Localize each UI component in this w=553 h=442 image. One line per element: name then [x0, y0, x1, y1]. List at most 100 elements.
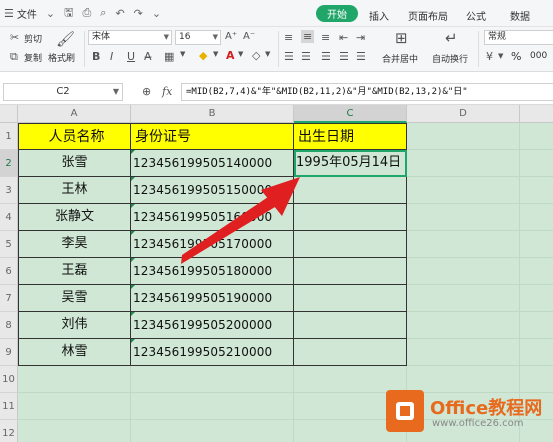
grid-cell[interactable] — [131, 366, 294, 393]
grid-cell[interactable] — [407, 123, 520, 150]
grid-cell[interactable] — [520, 312, 553, 339]
wrap-text-icon[interactable]: ↵ — [445, 29, 458, 47]
align-bottom-icon[interactable]: ≡ — [321, 31, 330, 44]
column-header-a[interactable]: A — [18, 105, 131, 123]
font-name-select[interactable]: 宋体 ▼ — [88, 30, 172, 45]
grid-cell[interactable] — [520, 258, 553, 285]
grid-cell[interactable] — [407, 204, 520, 231]
id-number-cell[interactable]: 123456199505200000 — [131, 312, 294, 339]
format-painter-button[interactable]: 格式刷 — [48, 51, 75, 64]
wrap-text-button[interactable]: 自动换行 — [432, 52, 468, 65]
name-cell[interactable]: 张静文 — [18, 204, 131, 231]
formula-input[interactable]: =MID(B2,7,4)&"年"&MID(B2,11,2)&"月"&MID(B2… — [181, 83, 553, 101]
percent-button[interactable]: % — [511, 50, 521, 63]
redo-icon[interactable]: ↷ — [134, 7, 143, 20]
name-cell[interactable]: 刘伟 — [18, 312, 131, 339]
print-icon[interactable]: ⎙ — [82, 6, 91, 20]
column-header-c[interactable]: C — [294, 105, 407, 123]
row-header[interactable]: 3 — [0, 177, 18, 204]
id-number-cell[interactable]: 123456199505210000 — [131, 339, 294, 366]
distributed-icon[interactable]: ☰ — [356, 50, 366, 63]
scissors-icon[interactable]: ✂ — [10, 31, 19, 44]
grid-cell[interactable] — [407, 258, 520, 285]
row-header[interactable]: 1 — [0, 123, 18, 150]
tab-formulas[interactable]: 公式 — [466, 8, 486, 23]
row-header[interactable]: 10 — [0, 366, 18, 393]
insert-function-button[interactable]: fx — [162, 85, 172, 98]
align-middle-icon[interactable]: ≡ — [301, 30, 315, 43]
decrease-font-icon[interactable]: A⁻ — [243, 31, 255, 42]
tab-data[interactable]: 数据 — [510, 8, 530, 23]
strikethrough-icon[interactable]: A̶ — [144, 50, 152, 63]
grid-cell[interactable] — [18, 393, 131, 420]
bold-icon[interactable]: B — [92, 50, 100, 63]
tab-home[interactable]: 开始 — [316, 5, 358, 22]
row-header[interactable]: 7 — [0, 285, 18, 312]
grid-cell[interactable] — [520, 204, 553, 231]
id-number-cell[interactable]: 123456199505160000 — [131, 204, 294, 231]
copy-button[interactable]: 复制 — [24, 51, 42, 64]
birth-date-cell[interactable] — [294, 285, 407, 312]
italic-icon[interactable]: I — [110, 50, 113, 63]
dropdown-chevron-icon[interactable]: ⌄ — [46, 7, 55, 20]
header-cell[interactable]: 身份证号 — [131, 123, 294, 150]
birth-date-cell[interactable] — [294, 204, 407, 231]
fill-color-icon[interactable]: ◆ — [199, 49, 207, 62]
indent-left-icon[interactable]: ⇤ — [339, 31, 348, 44]
grid-cell[interactable] — [407, 177, 520, 204]
save-icon[interactable]: 🖫 — [64, 4, 73, 23]
grid-cell[interactable] — [520, 177, 553, 204]
header-cell[interactable]: 人员名称 — [18, 123, 131, 150]
grid-cell[interactable] — [407, 231, 520, 258]
id-number-cell[interactable]: 123456199505180000 — [131, 258, 294, 285]
birth-date-cell[interactable] — [294, 339, 407, 366]
font-size-select[interactable]: 16 ▼ — [175, 30, 221, 45]
grid-cell[interactable] — [520, 285, 553, 312]
column-header-b[interactable]: B — [131, 105, 294, 123]
print-preview-icon[interactable]: ⌕ — [100, 6, 106, 20]
chevron-down-icon[interactable]: ▼ — [498, 52, 503, 60]
name-cell[interactable]: 吴雪 — [18, 285, 131, 312]
thousands-button[interactable]: 000 — [530, 51, 547, 61]
number-format-select[interactable]: 常规 — [484, 30, 553, 45]
currency-icon[interactable]: ¥ — [486, 50, 493, 63]
align-right-icon[interactable]: ☰ — [321, 50, 331, 63]
grid-cell[interactable] — [407, 150, 520, 177]
grid-cell[interactable] — [18, 420, 131, 442]
column-header-e[interactable] — [520, 105, 553, 123]
name-cell[interactable]: 王林 — [18, 177, 131, 204]
chevron-down-icon[interactable]: ▼ — [213, 50, 218, 58]
justify-icon[interactable]: ☰ — [339, 50, 349, 63]
birth-date-cell[interactable] — [294, 312, 407, 339]
indent-right-icon[interactable]: ⇥ — [356, 31, 365, 44]
grid-cell[interactable] — [407, 312, 520, 339]
border-icon[interactable]: ▦ — [164, 50, 174, 63]
grid-cell[interactable] — [520, 231, 553, 258]
name-cell[interactable]: 林雪 — [18, 339, 131, 366]
row-header[interactable]: 6 — [0, 258, 18, 285]
name-box[interactable]: C2 ▼ — [3, 83, 123, 101]
format-painter-icon[interactable]: 🖌 — [56, 30, 75, 48]
underline-icon[interactable]: U — [127, 50, 135, 63]
cut-button[interactable]: 剪切 — [24, 32, 42, 45]
row-header[interactable]: 9 — [0, 339, 18, 366]
name-cell[interactable]: 李昊 — [18, 231, 131, 258]
column-header-d[interactable]: D — [407, 105, 520, 123]
grid-cell[interactable] — [131, 420, 294, 442]
chevron-down-icon[interactable]: ▼ — [265, 50, 270, 58]
grid-cell[interactable] — [131, 393, 294, 420]
grid-cell[interactable] — [520, 123, 553, 150]
grid-cell[interactable] — [18, 366, 131, 393]
id-number-cell[interactable]: 123456199505190000 — [131, 285, 294, 312]
tab-insert[interactable]: 插入 — [369, 8, 389, 23]
row-header[interactable]: 12 — [0, 420, 18, 442]
chevron-down-icon[interactable]: ▼ — [238, 50, 243, 58]
row-header[interactable]: 4 — [0, 204, 18, 231]
select-all-corner[interactable] — [0, 105, 18, 123]
name-cell[interactable]: 王磊 — [18, 258, 131, 285]
birth-date-cell[interactable] — [294, 177, 407, 204]
align-center-icon[interactable]: ☰ — [301, 50, 311, 63]
birth-date-cell[interactable] — [294, 231, 407, 258]
align-left-icon[interactable]: ☰ — [284, 50, 294, 63]
row-header[interactable]: 8 — [0, 312, 18, 339]
